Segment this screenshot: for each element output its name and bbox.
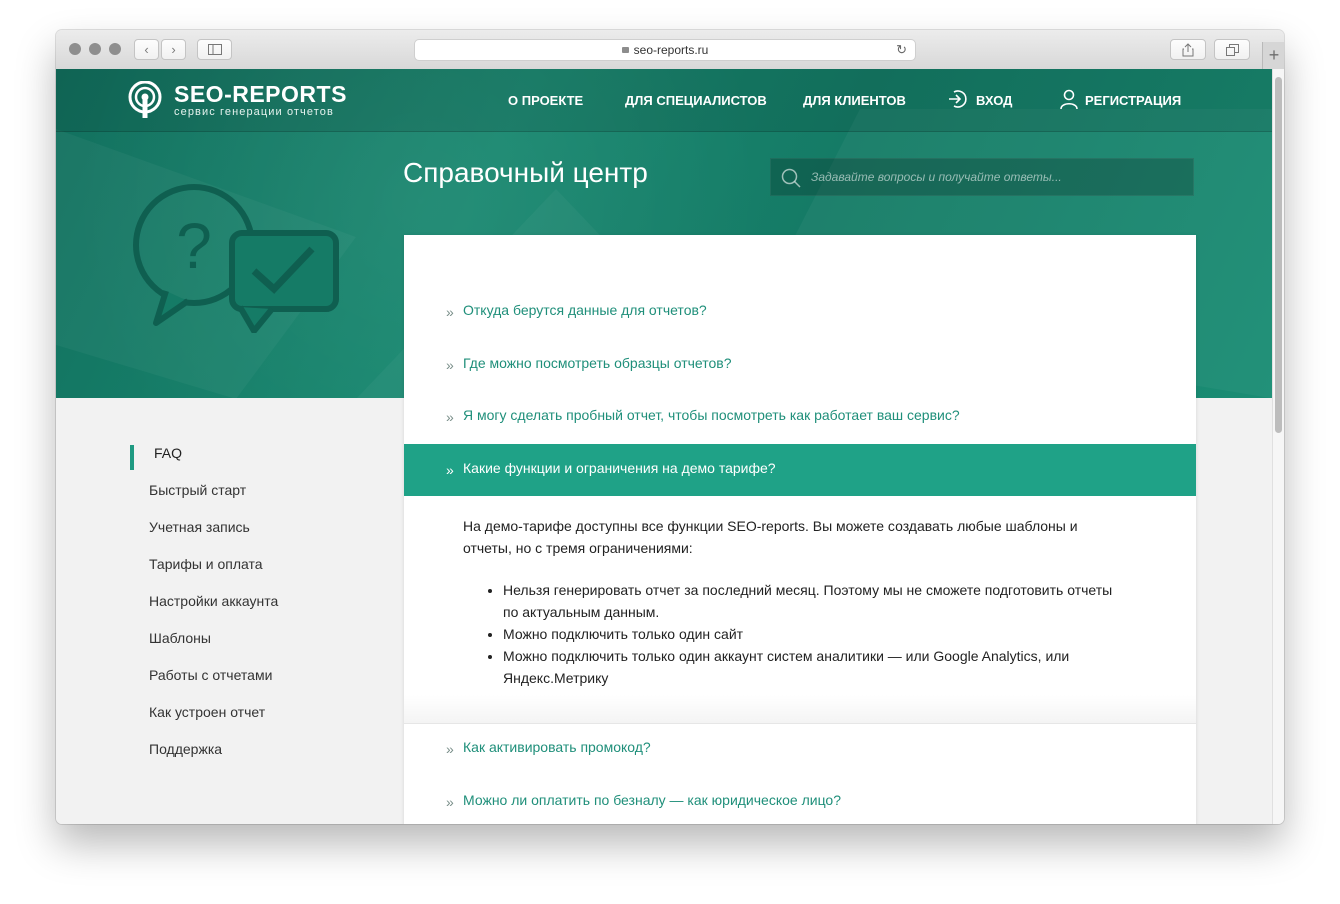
brand-tagline: сервис генерации отчетов	[174, 106, 334, 118]
forward-button[interactable]: ›	[161, 39, 186, 60]
chevron-right-icon: »	[446, 357, 454, 373]
nav-clients-link[interactable]: ДЛЯ КЛИЕНТОВ	[803, 93, 906, 108]
faq-card: » Откуда берутся данные для отчетов? » Г…	[404, 235, 1196, 824]
nav-register-link[interactable]: РЕГИСТРАЦИЯ	[1085, 93, 1181, 108]
chevron-right-icon: ›	[171, 42, 176, 57]
zoom-window-button[interactable]	[109, 43, 121, 55]
faq-question-text: Откуда берутся данные для отчетов?	[463, 302, 707, 318]
svg-text:?: ?	[176, 210, 212, 282]
page-viewport: SEO-REPORTS сервис генерации отчетов О П…	[56, 69, 1284, 824]
tab-overview-button[interactable]	[1214, 39, 1250, 60]
nav-about-link[interactable]: О ПРОЕКТЕ	[508, 93, 583, 108]
chevron-right-icon: »	[446, 794, 454, 810]
help-search-input[interactable]: Задавайте вопросы и получайте ответы...	[770, 158, 1194, 196]
faq-question-text: Можно ли оплатить по безналу — как юриди…	[463, 792, 841, 808]
chevron-right-icon: »	[446, 741, 454, 757]
sidebar-item-settings[interactable]: Настройки аккаунта	[130, 593, 370, 630]
search-placeholder: Задавайте вопросы и получайте ответы...	[811, 170, 1062, 184]
page-title: Справочный центр	[403, 157, 648, 188]
chevron-right-icon: »	[446, 462, 454, 478]
sidebar-item-quick-start[interactable]: Быстрый старт	[130, 482, 370, 519]
share-icon	[1182, 43, 1194, 57]
faq-question-expanded[interactable]: » Какие функции и ограничения на демо та…	[404, 444, 1196, 496]
nav-login-link[interactable]: ВХОД	[976, 93, 1012, 108]
scrollbar-thumb[interactable]	[1275, 77, 1282, 433]
new-tab-button[interactable]: +	[1262, 42, 1284, 69]
address-bar[interactable]: seo-reports.ru ↻	[414, 39, 916, 61]
sidebar-item-templates[interactable]: Шаблоны	[130, 630, 370, 667]
back-button[interactable]: ‹	[134, 39, 159, 60]
chevron-left-icon: ‹	[144, 42, 149, 57]
faq-answer: На демо-тарифе доступны все функции SEO-…	[463, 515, 1123, 689]
close-window-button[interactable]	[69, 43, 81, 55]
faq-question-text: Как активировать промокод?	[463, 739, 651, 755]
help-sidebar: FAQ Быстрый старт Учетная запись Тарифы …	[130, 445, 370, 778]
faq-question[interactable]: » Я могу сделать пробный отчет, чтобы по…	[404, 391, 1196, 443]
answer-list: Нельзя генерировать отчет за последний м…	[463, 579, 1123, 689]
share-button[interactable]	[1170, 39, 1206, 60]
browser-window: ‹ › seo-reports.ru ↻ + SEO-REPORTS серви…	[56, 30, 1284, 824]
browser-toolbar: ‹ › seo-reports.ru ↻ +	[56, 30, 1284, 70]
faq-question[interactable]: » Можно ли оплатить по безналу — как юри…	[404, 776, 1196, 824]
sidebar-item-account[interactable]: Учетная запись	[130, 519, 370, 556]
sidebar-toggle-button[interactable]	[197, 39, 232, 60]
sidebar-item-support[interactable]: Поддержка	[130, 741, 370, 778]
sidebar-item-pricing[interactable]: Тарифы и оплата	[130, 556, 370, 593]
lock-icon	[621, 47, 629, 53]
brand-name[interactable]: SEO-REPORTS	[174, 81, 347, 108]
search-icon	[781, 168, 801, 188]
reload-icon[interactable]: ↻	[896, 40, 907, 60]
answer-divider	[404, 695, 1196, 724]
nav-specialists-link[interactable]: ДЛЯ СПЕЦИАЛИСТОВ	[625, 93, 767, 108]
answer-intro: На демо-тарифе доступны все функции SEO-…	[463, 518, 1078, 556]
user-icon[interactable]	[1058, 88, 1080, 110]
faq-question-text: Я могу сделать пробный отчет, чтобы посм…	[463, 407, 960, 423]
faq-question[interactable]: » Откуда берутся данные для отчетов?	[404, 286, 1196, 338]
url-text: seo-reports.ru	[633, 43, 709, 57]
login-icon[interactable]	[946, 88, 968, 110]
faq-question-text: Какие функции и ограничения на демо тари…	[463, 460, 776, 476]
minimize-window-button[interactable]	[89, 43, 101, 55]
faq-question[interactable]: » Как активировать промокод?	[404, 723, 1196, 775]
tabs-icon	[1225, 44, 1239, 56]
logo-icon[interactable]	[128, 81, 162, 119]
faq-question[interactable]: » Где можно посмотреть образцы отчетов?	[404, 339, 1196, 391]
top-navbar: SEO-REPORTS сервис генерации отчетов О П…	[56, 69, 1272, 132]
answer-bullet: Можно подключить только один сайт	[503, 623, 1123, 645]
sidebar-item-faq[interactable]: FAQ	[130, 445, 370, 482]
sidebar-item-report-structure[interactable]: Как устроен отчет	[130, 704, 370, 741]
chevron-right-icon: »	[446, 304, 454, 320]
page-scrollbar[interactable]	[1272, 69, 1284, 824]
chevron-right-icon: »	[446, 409, 454, 425]
faq-question-text: Где можно посмотреть образцы отчетов?	[463, 355, 732, 371]
plus-icon: +	[1268, 45, 1280, 65]
sidebar-item-reports-work[interactable]: Работы с отчетами	[130, 667, 370, 704]
answer-bullet: Нельзя генерировать отчет за последний м…	[503, 579, 1123, 623]
answer-bullet: Можно подключить только один аккаунт сис…	[503, 645, 1123, 689]
sidebar-icon	[207, 44, 222, 55]
question-chat-icon: ?	[133, 184, 339, 333]
